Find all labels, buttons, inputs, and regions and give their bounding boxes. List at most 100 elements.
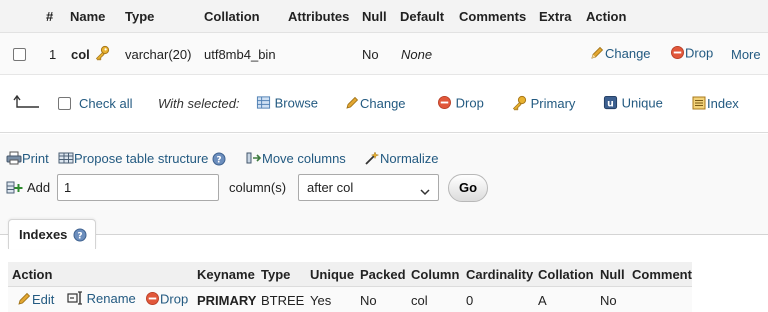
drop-column-link[interactable]: Drop: [670, 45, 713, 63]
idx-header-comment: Comment: [632, 267, 692, 282]
bulk-drop-label: Drop: [455, 95, 484, 111]
magic-wand-icon: [364, 151, 380, 168]
bulk-browse-label: Browse: [274, 95, 318, 111]
primary-key-icon: [94, 45, 110, 64]
column-position-select[interactable]: after col: [298, 174, 439, 201]
index-edit-link[interactable]: Edit: [16, 291, 54, 310]
drop-icon: [670, 45, 685, 63]
index-rename-label: Rename: [86, 291, 136, 306]
add-column-count-input[interactable]: 1: [57, 174, 219, 201]
column-position-value: after col: [307, 180, 354, 195]
index-unique: Yes: [310, 293, 332, 308]
chevron-down-icon: [420, 184, 430, 199]
svg-text:?: ?: [216, 156, 221, 166]
idx-header-action: Action: [12, 267, 53, 282]
column-null: No: [362, 47, 379, 62]
index-null: No: [600, 293, 617, 308]
drop-icon: [437, 95, 452, 113]
bulk-change-button[interactable]: Change: [344, 95, 406, 114]
idx-header-keyname: Keyname: [197, 267, 255, 282]
svg-text:?: ?: [77, 232, 82, 242]
unique-icon: u: [603, 95, 618, 113]
key-icon: [511, 95, 527, 114]
idx-header-unique: Unique: [310, 267, 355, 282]
column-default: None: [401, 47, 433, 62]
printer-icon: [6, 151, 22, 168]
col-header-number: #: [46, 9, 54, 24]
idx-header-packed: Packed: [360, 267, 406, 282]
change-column-link[interactable]: Change: [589, 45, 651, 64]
columns-unit-label: column(s): [229, 180, 287, 195]
col-header-attributes: Attributes: [288, 9, 350, 24]
index-rename-link[interactable]: Rename: [67, 291, 136, 308]
col-header-default: Default: [400, 9, 445, 24]
index-packed: No: [360, 293, 377, 308]
row-checkbox[interactable]: [13, 48, 26, 61]
print-label: Print: [22, 151, 49, 166]
browse-icon: [256, 95, 271, 113]
column-name: col: [71, 47, 90, 62]
bulk-primary-button[interactable]: Primary: [511, 95, 575, 114]
table-row: 1 col varchar(20) utf8mb4_bin No None Ch…: [0, 33, 768, 75]
index-cardinality: 0: [466, 293, 474, 308]
idx-header-cardinality: Cardinality: [466, 267, 534, 282]
column-type: varchar(20): [125, 47, 192, 62]
index-collation: A: [538, 293, 547, 308]
col-header-name[interactable]: Name: [70, 9, 105, 24]
move-columns-label: Move columns: [262, 151, 346, 166]
col-header-collation: Collation: [204, 9, 260, 24]
index-icon: [691, 95, 707, 114]
tab-indexes[interactable]: Indexes ?: [8, 219, 96, 249]
idx-header-column: Column: [411, 267, 460, 282]
structure-table-header: # Name Type Collation Attributes Null De…: [0, 0, 768, 33]
table-structure-icon: [58, 151, 74, 168]
row-number: 1: [49, 47, 57, 62]
bulk-unique-button[interactable]: u Unique: [603, 95, 663, 113]
change-column-label: Change: [605, 45, 651, 61]
add-label: Add: [27, 180, 51, 195]
pencil-icon: [344, 95, 360, 114]
bulk-index-label: Index: [707, 95, 739, 111]
index-column: col: [411, 293, 428, 308]
idx-header-type: Type: [261, 267, 291, 282]
bulk-actions-bar: Check all With selected: Browse Change D…: [0, 75, 768, 133]
go-button[interactable]: Go: [448, 174, 488, 202]
print-link[interactable]: Print: [6, 151, 49, 168]
bulk-drop-button[interactable]: Drop: [437, 95, 484, 113]
index-edit-label: Edit: [32, 291, 55, 307]
section-divider: [0, 234, 768, 235]
col-header-null: Null: [362, 9, 387, 24]
with-selected-label: With selected:: [158, 96, 240, 111]
more-actions-link[interactable]: More: [731, 47, 761, 62]
column-collation: utf8mb4_bin: [204, 47, 276, 62]
propose-structure-link[interactable]: Propose table structure: [58, 151, 208, 168]
help-icon[interactable]: ?: [73, 228, 87, 245]
index-drop-link[interactable]: Drop: [145, 291, 188, 309]
index-drop-label: Drop: [160, 291, 189, 307]
index-type: BTREE: [261, 293, 305, 308]
col-header-extra: Extra: [539, 9, 572, 24]
bulk-unique-label: Unique: [621, 95, 663, 111]
drop-icon: [145, 291, 160, 309]
check-all-label[interactable]: Check all: [79, 96, 132, 111]
tab-indexes-label: Indexes: [19, 227, 68, 242]
pencil-icon: [16, 291, 32, 310]
rename-icon: [67, 291, 83, 308]
col-header-action: Action: [586, 9, 627, 24]
normalize-link[interactable]: Normalize: [364, 151, 439, 168]
move-columns-link[interactable]: Move columns: [246, 151, 346, 168]
bulk-index-button[interactable]: Index: [691, 95, 739, 114]
propose-structure-label: Propose table structure: [74, 151, 209, 166]
bulk-primary-label: Primary: [530, 95, 576, 111]
bulk-change-label: Change: [360, 95, 406, 111]
pencil-icon: [589, 45, 605, 64]
idx-header-collation: Collation: [538, 267, 594, 282]
bulk-browse-button[interactable]: Browse: [256, 95, 318, 113]
idx-header-null: Null: [600, 267, 625, 282]
col-header-type: Type: [125, 9, 155, 24]
drop-column-label: Drop: [685, 45, 714, 61]
index-keyname: PRIMARY: [197, 293, 257, 308]
check-all-checkbox[interactable]: [58, 97, 71, 110]
help-icon[interactable]: ?: [212, 152, 226, 169]
add-column-icon: [6, 180, 23, 198]
